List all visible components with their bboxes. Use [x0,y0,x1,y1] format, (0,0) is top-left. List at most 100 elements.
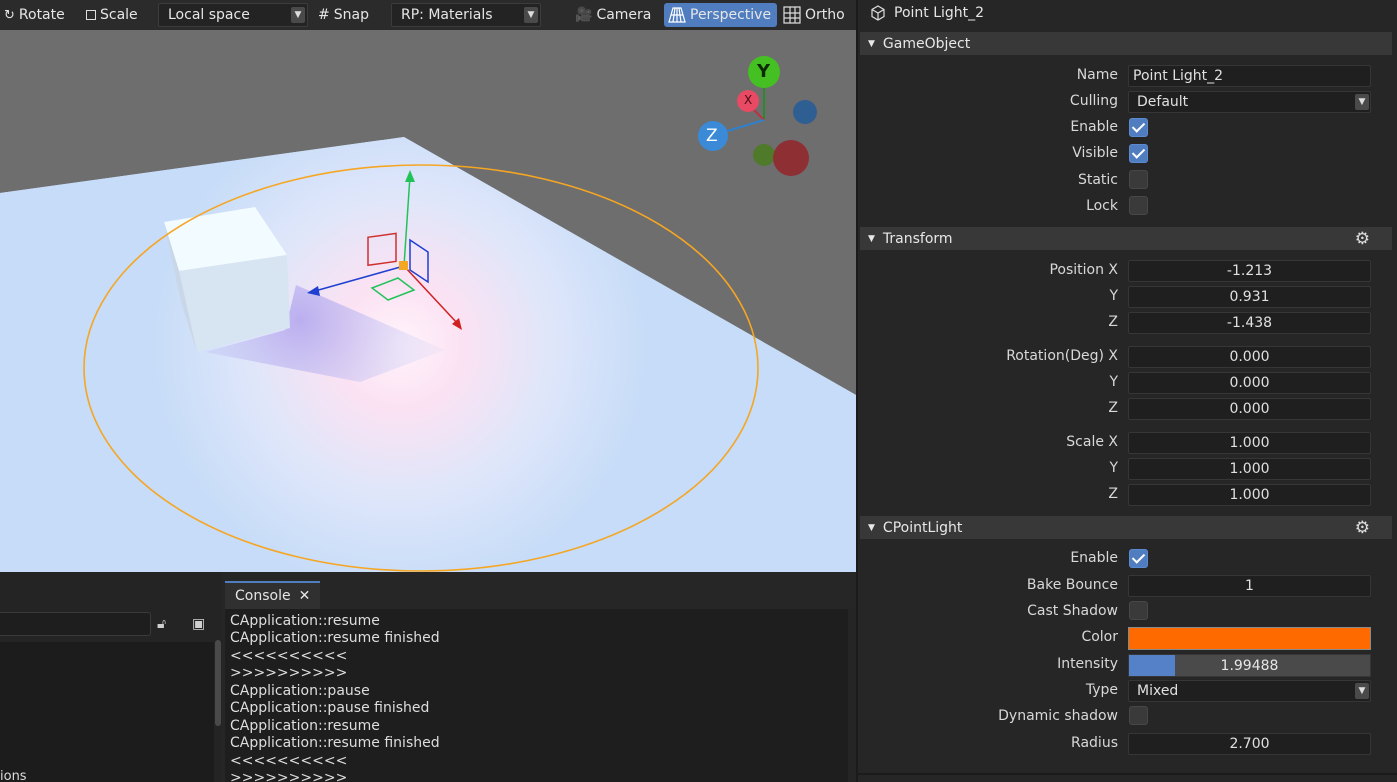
position-z-label: Z [1108,314,1118,330]
rotate-icon: ↻ [4,7,15,23]
cast-shadow-checkbox[interactable] [1129,601,1148,620]
space-select[interactable]: Local space ▼ [158,3,308,27]
inspector-title: Point Light_2 [870,5,984,21]
chevron-down-icon: ▼ [1355,94,1369,110]
static-checkbox[interactable] [1129,170,1148,189]
ortho-grid-icon [783,6,801,24]
position-z-field[interactable]: -1.438 [1128,312,1371,334]
tab-console[interactable]: Console ✕ [225,581,321,609]
collapse-triangle-icon: ▼ [868,522,875,533]
log-line: CApplication::resume finished [230,735,440,751]
culling-value: Default [1137,94,1189,110]
position-y-field[interactable]: 0.931 [1128,286,1371,308]
gear-icon[interactable]: ⚙ [1355,229,1370,249]
visible-checkbox[interactable] [1129,144,1148,163]
radius-label: Radius [1071,735,1118,751]
dynamic-shadow-checkbox[interactable] [1129,706,1148,725]
log-line: CApplication::resume finished [230,630,440,646]
console-tab-label: Console [235,588,291,604]
color-swatch[interactable] [1128,627,1371,650]
gear-icon[interactable]: ⚙ [1355,518,1370,538]
camera-label: Camera [596,7,652,23]
perspective-grid-icon [668,7,686,23]
position-y-label: Y [1109,288,1118,304]
cube-icon [871,5,885,21]
log-line: CApplication::pause [230,683,370,699]
rotation-x-field[interactable]: 0.000 [1128,346,1371,368]
enable-checkbox[interactable] [1129,118,1148,137]
hierarchy-item[interactable]: ions [0,769,27,782]
bottom-dock: 🔓︎ ▣ ions Console ✕ CApplication::resume… [0,572,856,782]
radius-field[interactable]: 2.700 [1128,733,1371,755]
scene-render [0,30,856,572]
collapse-triangle-icon: ▼ [868,38,875,49]
log-line: CApplication::resume [230,718,380,734]
bake-bounce-label: Bake Bounce [1026,577,1118,593]
render-path-select[interactable]: RP: Materials ▼ [391,3,541,27]
intensity-slider[interactable]: 1.99488 [1128,654,1371,677]
space-select-value: Local space [168,7,250,23]
rotation-y-field[interactable]: 0.000 [1128,372,1371,394]
scale-y-field[interactable]: 1.000 [1128,458,1371,480]
static-label: Static [1077,172,1118,188]
light-enable-label: Enable [1070,550,1118,566]
intensity-value: 1.99488 [1220,657,1279,674]
lock-checkbox[interactable] [1129,196,1148,215]
pointlight-section-header[interactable]: ▼ CPointLight ⚙ [860,516,1392,539]
scale-y-label: Y [1109,460,1118,476]
scale-tool-button[interactable]: Scale [86,4,138,26]
axis-x-label[interactable]: X [744,93,752,107]
name-input[interactable]: Point Light_2 [1128,65,1371,87]
perspective-button[interactable]: Perspective [664,3,778,27]
log-line: >>>>>>>>>> [230,665,348,681]
intensity-slider-fill [1129,655,1175,676]
transform-header-label: Transform [882,230,953,247]
hierarchy-search-input[interactable] [0,612,151,636]
scale-z-field[interactable]: 1.000 [1128,484,1371,506]
dynamic-shadow-label: Dynamic shadow [998,708,1118,724]
rotate-tool-button[interactable]: ↻ Rotate [4,4,65,26]
axis-y-label[interactable]: Y [757,61,770,82]
scale-x-label: Scale X [1066,434,1118,450]
snap-button[interactable]: # Snap [318,4,369,26]
gameobject-header-label: GameObject [882,35,971,52]
gameobject-section-header[interactable]: ▼ GameObject [860,32,1392,55]
culling-select[interactable]: Default ▼ [1128,91,1371,113]
camera-button[interactable]: 🎥 Camera [575,4,651,26]
position-x-field[interactable]: -1.213 [1128,260,1371,282]
visible-label: Visible [1072,145,1118,161]
type-value: Mixed [1137,683,1179,699]
close-icon[interactable]: ✕ [299,588,311,604]
rotation-y-label: Y [1109,374,1118,390]
lock-label: Lock [1086,198,1118,214]
console-log[interactable]: CApplication::resume CApplication::resum… [225,609,848,782]
snap-icon: # [318,7,330,23]
render-path-value: RP: Materials [401,7,493,23]
rotation-x-label: Rotation(Deg) X [1006,348,1118,364]
pointlight-header-label: CPointLight [882,519,963,536]
cast-shadow-label: Cast Shadow [1027,603,1118,619]
ortho-button[interactable]: Ortho [783,4,845,26]
chevron-down-icon: ▼ [1355,683,1369,699]
culling-label: Culling [1069,93,1118,109]
scale-label: Scale [100,7,138,23]
scale-x-field[interactable]: 1.000 [1128,432,1371,454]
log-line: <<<<<<<<<< [230,753,348,769]
light-enable-checkbox[interactable] [1129,549,1148,568]
type-select[interactable]: Mixed ▼ [1128,680,1371,702]
scene-viewport[interactable]: Y X Z [0,30,856,572]
rotate-label: Rotate [18,7,65,23]
viewport-toolbar: ↻ Rotate Scale Local space ▼ # Snap RP: … [0,0,856,30]
perspective-label: Perspective [690,7,772,23]
axis-z-label[interactable]: Z [706,126,718,146]
unlock-icon[interactable]: 🔓︎ [157,616,166,632]
console-scrollbar[interactable] [848,609,856,782]
camera-icon: 🎥 [575,7,593,23]
hierarchy-list[interactable] [0,642,214,782]
bake-bounce-field[interactable]: 1 [1128,575,1371,597]
transform-section-header[interactable]: ▼ Transform ⚙ [860,227,1392,250]
window-icon[interactable]: ▣ [192,616,205,632]
ortho-label: Ortho [805,7,845,23]
hierarchy-scrollbar[interactable] [215,640,221,726]
rotation-z-field[interactable]: 0.000 [1128,398,1371,420]
